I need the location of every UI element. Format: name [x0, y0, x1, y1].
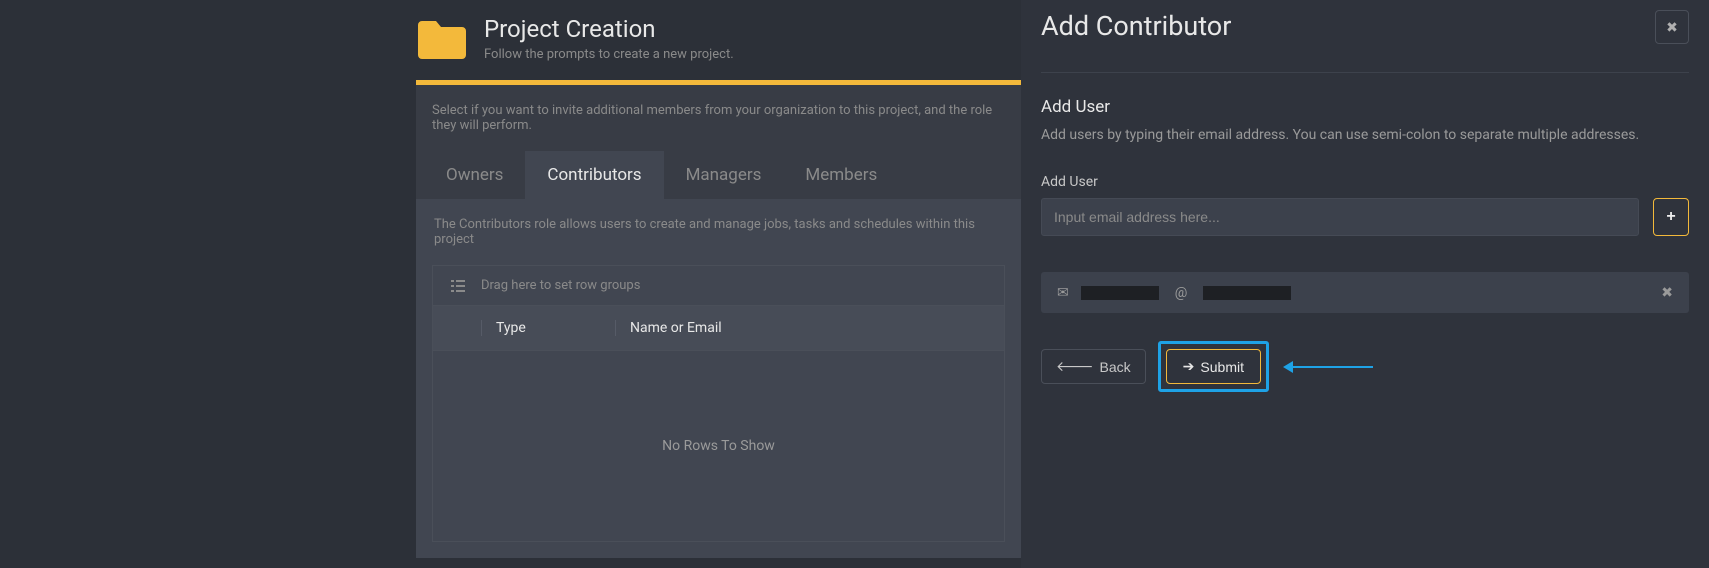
- close-icon: ✖: [1666, 19, 1678, 36]
- pending-user-domain: [1203, 286, 1291, 300]
- pending-user-chip: ✉ @ ✖: [1041, 272, 1689, 313]
- table-header: Type Name or Email: [433, 306, 1004, 351]
- add-user-section-title: Add User: [1041, 97, 1689, 117]
- back-button-label: Back: [1100, 359, 1131, 375]
- row-group-icon: [451, 280, 465, 292]
- role-tabs: Owners Contributors Managers Members: [416, 151, 1021, 199]
- row-group-dropzone[interactable]: Drag here to set row groups: [433, 266, 1004, 306]
- add-contributor-panel: Add Contributor ✖ Add User Add users by …: [1021, 0, 1709, 568]
- callout-arrow: [1283, 361, 1373, 373]
- arrow-right-icon: ➔: [1183, 358, 1195, 375]
- table-empty-text: No Rows To Show: [662, 438, 775, 454]
- column-name-email[interactable]: Name or Email: [615, 320, 722, 336]
- tab-managers[interactable]: Managers: [664, 151, 784, 199]
- page-subtitle: Follow the prompts to create a new proje…: [484, 47, 734, 62]
- page-title: Project Creation: [484, 15, 734, 43]
- email-icon: ✉: [1057, 285, 1069, 301]
- row-group-hint: Drag here to set row groups: [481, 278, 640, 293]
- back-button[interactable]: 🡐 Back: [1041, 349, 1146, 384]
- arrow-left-icon: 🡐: [1056, 358, 1094, 375]
- add-user-field-label: Add User: [1041, 174, 1689, 190]
- tab-contributors[interactable]: Contributors: [525, 151, 663, 199]
- add-user-button[interactable]: +: [1653, 198, 1689, 236]
- tab-members[interactable]: Members: [783, 151, 899, 199]
- column-type[interactable]: Type: [481, 320, 615, 336]
- plus-icon: +: [1666, 208, 1675, 226]
- tab-owners[interactable]: Owners: [424, 151, 525, 199]
- page-header: Project Creation Follow the prompts to c…: [416, 10, 1021, 80]
- invite-description: Select if you want to invite additional …: [416, 85, 1021, 151]
- tab-content: The Contributors role allows users to cr…: [416, 199, 1021, 558]
- submit-button-label: Submit: [1200, 359, 1244, 375]
- add-user-section-desc: Add users by typing their email address.…: [1041, 125, 1689, 146]
- submit-button[interactable]: ➔ Submit: [1166, 349, 1261, 384]
- submit-highlight: ➔ Submit: [1158, 341, 1269, 392]
- table-body: No Rows To Show: [433, 351, 1004, 541]
- role-description: The Contributors role allows users to cr…: [432, 215, 1005, 265]
- remove-pending-user-button[interactable]: ✖: [1661, 284, 1673, 301]
- close-icon: ✖: [1661, 284, 1673, 300]
- pending-user-localpart: [1081, 286, 1159, 300]
- wizard-card: Select if you want to invite additional …: [416, 80, 1021, 558]
- folder-icon: [418, 17, 466, 61]
- close-button[interactable]: ✖: [1655, 10, 1689, 44]
- email-input[interactable]: [1041, 198, 1639, 236]
- panel-title: Add Contributor: [1041, 10, 1231, 42]
- at-symbol: @: [1171, 285, 1192, 301]
- members-table: Drag here to set row groups Type Name or…: [432, 265, 1005, 542]
